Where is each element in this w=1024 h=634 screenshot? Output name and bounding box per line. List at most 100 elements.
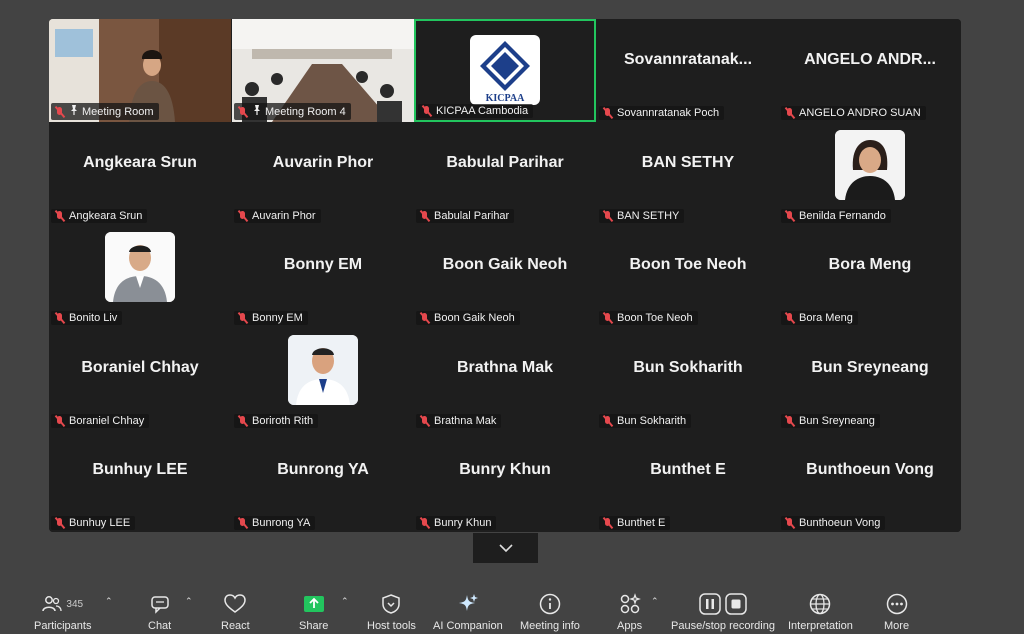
- participant-tile[interactable]: Babulal Parihar Babulal Parihar: [414, 122, 596, 225]
- host-tools-button[interactable]: Host tools: [367, 592, 416, 632]
- participant-display-name: Bunhuy LEE: [92, 461, 188, 479]
- participant-tile[interactable]: ANGELO ANDR... ANGELO ANDRO SUAN: [779, 19, 961, 122]
- share-button[interactable]: Share: [299, 592, 328, 632]
- participant-tile[interactable]: Boraniel Chhay Boraniel Chhay: [49, 327, 231, 430]
- participant-name: Meeting Room: [82, 105, 154, 118]
- participant-display-name: Brathna Mak: [456, 359, 554, 377]
- ai-companion-label: AI Companion: [433, 620, 503, 632]
- participant-name: Bora Meng: [799, 312, 853, 324]
- participant-tile[interactable]: Meeting Room: [49, 19, 231, 122]
- participant-display-name: Sovannratanak...: [623, 51, 753, 69]
- avatar: [288, 335, 358, 405]
- recording-button[interactable]: Pause/stop recording: [671, 592, 775, 632]
- participant-tile[interactable]: Bunrong YA Bunrong YA: [232, 429, 414, 532]
- participant-tile[interactable]: Bun Sreyneang Bun Sreyneang: [779, 327, 961, 430]
- participant-name-label: Sovannratanak Poch: [599, 106, 725, 120]
- participant-tile[interactable]: Meeting Room 4: [232, 19, 414, 122]
- participant-name-label: Brathna Mak: [416, 414, 502, 428]
- mic-muted-icon: [784, 312, 796, 324]
- participant-tile[interactable]: Bun Sokharith Bun Sokharith: [597, 327, 779, 430]
- participant-tile[interactable]: Bunry Khun Bunry Khun: [414, 429, 596, 532]
- participants-button[interactable]: 345 Participants: [34, 592, 91, 632]
- participant-display-name: Boraniel Chhay: [81, 359, 199, 377]
- interpretation-label: Interpretation: [788, 620, 853, 632]
- participant-name: Bunhuy LEE: [69, 517, 131, 529]
- mic-muted-icon: [602, 415, 614, 427]
- participant-name: Boon Gaik Neoh: [434, 312, 515, 324]
- participant-tile[interactable]: Bunhuy LEE Bunhuy LEE: [49, 429, 231, 532]
- host-tools-label: Host tools: [367, 620, 416, 632]
- meeting-toolbar: 345 Participants ⌃ Chat ⌃ React Share ⌃ …: [0, 580, 1024, 634]
- participant-tile[interactable]: Bonito Liv: [49, 224, 231, 327]
- participant-tile[interactable]: Boon Toe Neoh Boon Toe Neoh: [597, 224, 779, 327]
- meeting-info-label: Meeting info: [520, 620, 580, 632]
- participant-name-label: Boon Toe Neoh: [599, 311, 698, 325]
- participant-tile[interactable]: Bunthoeun Vong Bunthoeun Vong: [779, 429, 961, 532]
- info-icon: [539, 593, 561, 615]
- participants-icon: [42, 596, 63, 612]
- participant-name-label: Bunrong YA: [234, 516, 316, 530]
- participant-tile[interactable]: KICPAA KICPAA Cambodia: [414, 19, 596, 122]
- mic-muted-icon: [602, 107, 614, 119]
- chat-button[interactable]: Chat: [148, 592, 171, 632]
- more-button[interactable]: More: [884, 592, 909, 632]
- participant-count: 345: [66, 598, 84, 610]
- participant-name-label: KICPAA Cambodia: [418, 104, 534, 118]
- recording-label: Pause/stop recording: [671, 620, 775, 632]
- participants-label: Participants: [34, 620, 92, 632]
- mic-muted-icon: [419, 517, 431, 529]
- pin-icon-wrap: [252, 104, 262, 119]
- apps-icon: [620, 593, 641, 614]
- react-label: React: [221, 620, 250, 632]
- participant-name: Bonito Liv: [69, 312, 118, 324]
- participant-tile[interactable]: Bonny EM Bonny EM: [232, 224, 414, 327]
- mic-muted-icon: [784, 517, 796, 529]
- participant-tile[interactable]: Auvarin Phor Auvarin Phor: [232, 122, 414, 225]
- ai-companion-button[interactable]: AI Companion: [433, 592, 503, 632]
- participant-name: Babulal Parihar: [434, 210, 510, 222]
- kicpaa-logo: KICPAA: [470, 35, 540, 105]
- mic-muted-icon: [54, 312, 66, 324]
- svg-text:KICPAA: KICPAA: [486, 93, 525, 103]
- participant-tile[interactable]: Benilda Fernando: [779, 122, 961, 225]
- participant-display-name: Bunthoeun Vong: [806, 461, 934, 479]
- participants-caret-icon[interactable]: ⌃: [105, 596, 113, 607]
- participant-display-name: Angkeara Srun: [83, 154, 197, 172]
- participant-tile[interactable]: Boriroth Rith: [232, 327, 414, 430]
- apps-button[interactable]: Apps: [617, 592, 642, 632]
- chat-caret-icon[interactable]: ⌃: [185, 596, 193, 607]
- interpretation-button[interactable]: Interpretation: [788, 592, 853, 632]
- participant-tile[interactable]: Angkeara Srun Angkeara Srun: [49, 122, 231, 225]
- mic-muted-icon: [602, 210, 614, 222]
- participant-name: Bunthet E: [617, 517, 666, 529]
- participant-display-name: Bun Sreyneang: [811, 359, 929, 377]
- share-caret-icon[interactable]: ⌃: [341, 596, 349, 607]
- mic-muted-icon: [784, 107, 796, 119]
- mic-muted-icon: [237, 106, 249, 118]
- shield-icon: [382, 594, 401, 614]
- participant-tile[interactable]: Brathna Mak Brathna Mak: [414, 327, 596, 430]
- participant-name-label: Bun Sreyneang: [781, 414, 880, 428]
- stop-icon: [725, 593, 747, 615]
- participant-name-label: Bunhuy LEE: [51, 516, 136, 530]
- collapse-gallery-button[interactable]: [473, 533, 538, 563]
- participant-name: KICPAA Cambodia: [436, 105, 529, 117]
- meeting-info-button[interactable]: Meeting info: [520, 592, 580, 632]
- apps-caret-icon[interactable]: ⌃: [651, 596, 659, 607]
- participant-tile[interactable]: Boon Gaik Neoh Boon Gaik Neoh: [414, 224, 596, 327]
- participant-name: Meeting Room 4: [265, 105, 346, 118]
- mic-muted-icon: [419, 415, 431, 427]
- participant-name-label: Boriroth Rith: [234, 414, 319, 428]
- participant-name-label: Benilda Fernando: [781, 209, 891, 223]
- mic-muted-icon: [602, 517, 614, 529]
- pin-icon: [254, 105, 260, 115]
- react-button[interactable]: React: [221, 592, 250, 632]
- mic-muted-icon: [419, 210, 431, 222]
- participant-tile[interactable]: Bunthet E Bunthet E: [597, 429, 779, 532]
- participant-name: Boon Toe Neoh: [617, 312, 693, 324]
- participant-name: Bun Sokharith: [617, 415, 687, 427]
- participant-tile[interactable]: BAN SETHY BAN SETHY: [597, 122, 779, 225]
- participant-tile[interactable]: Bora Meng Bora Meng: [779, 224, 961, 327]
- participant-tile[interactable]: Sovannratanak... Sovannratanak Poch: [597, 19, 779, 122]
- heart-icon: [224, 594, 247, 613]
